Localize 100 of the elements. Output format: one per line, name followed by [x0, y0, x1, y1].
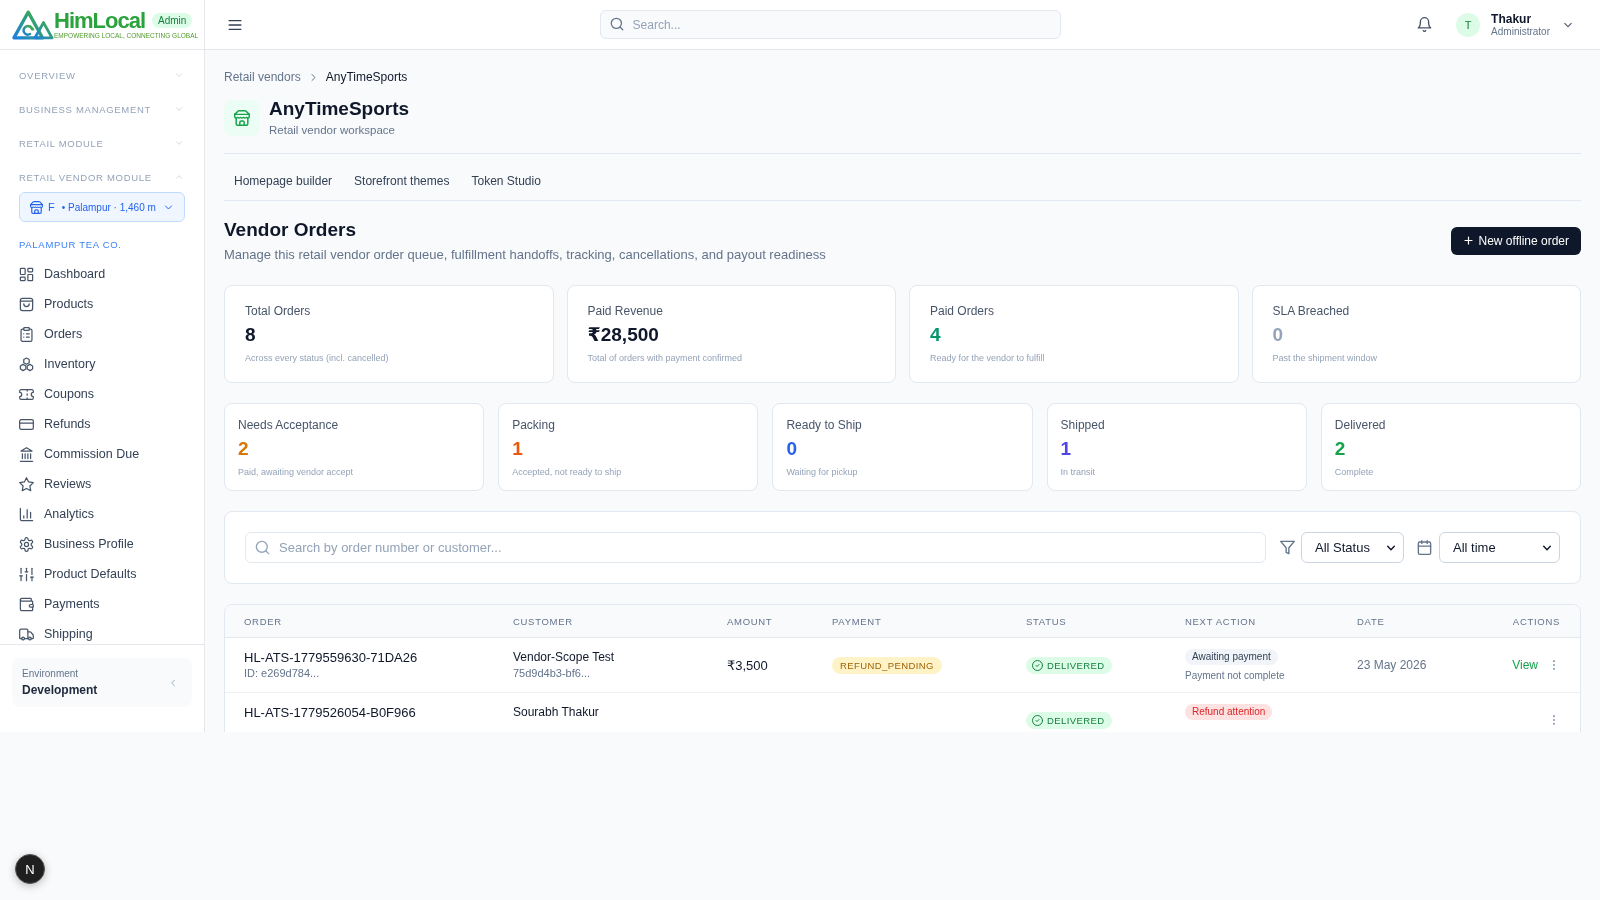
- group-label: PALAMPUR TEA CO.: [19, 239, 123, 251]
- sidebar-item[interactable]: Payments: [19, 589, 185, 619]
- tab[interactable]: Storefront themes: [344, 165, 460, 197]
- column-header: DATE: [1357, 615, 1386, 627]
- customer-id: 75d9d4b3-bf6...: [513, 666, 591, 681]
- period-select[interactable]: All time: [1439, 532, 1560, 563]
- tab[interactable]: Homepage builder: [224, 165, 343, 197]
- column-header: AMOUNT: [727, 615, 774, 627]
- store-icon: [224, 100, 260, 136]
- order-number: HL-ATS-1779526054-B0F966: [244, 704, 416, 721]
- stat-value: 1: [1060, 437, 1072, 461]
- sidebar-item[interactable]: Products: [19, 289, 185, 319]
- payment-badge: REFUND_PENDING: [832, 656, 942, 674]
- sidebar-item[interactable]: Coupons: [19, 379, 185, 409]
- dev-tools-button[interactable]: N: [15, 854, 45, 884]
- tab[interactable]: Token Studio: [461, 165, 551, 197]
- stat-label: Paid Revenue: [587, 304, 663, 319]
- star-icon: [19, 476, 34, 492]
- status-select[interactable]: All Status: [1301, 532, 1404, 563]
- stat-label: Total Orders: [245, 304, 311, 319]
- stat-caption: Across every status (incl. cancelled): [245, 352, 389, 364]
- stat-value: 1: [512, 437, 523, 461]
- stat-value: 4: [930, 323, 941, 347]
- column-header: PAYMENT: [832, 615, 883, 627]
- status-label: DELIVERED: [1047, 658, 1105, 672]
- breadcrumb-link[interactable]: Retail vendors: [224, 70, 301, 84]
- customer-name: Vendor-Scope Test: [513, 649, 615, 666]
- new-order-button[interactable]: New offline order: [1450, 226, 1581, 255]
- search-icon: [255, 540, 270, 555]
- stat-label: Shipped: [1060, 418, 1105, 433]
- sidebar-item[interactable]: Refunds: [19, 409, 185, 439]
- sidebar-item[interactable]: Reviews: [19, 469, 185, 499]
- next-action-note: Payment not complete: [1185, 669, 1285, 682]
- stat-caption: In transit: [1060, 466, 1096, 478]
- stat-value: ₹28,500: [587, 323, 659, 347]
- sidebar-item[interactable]: Business Profile: [19, 529, 185, 559]
- mountain-logo-icon: [12, 9, 54, 40]
- column-header: ORDER: [244, 615, 283, 627]
- stat-value: 0: [786, 437, 797, 461]
- status-label: DELIVERED: [1047, 713, 1105, 727]
- plus-icon: [1462, 235, 1474, 246]
- stat-value: 2: [238, 437, 249, 461]
- sidebar-item[interactable]: Shipping: [19, 619, 185, 644]
- stat-label: Ready to Ship: [786, 418, 862, 433]
- ticket-icon: [19, 386, 34, 402]
- next-action-badge: Awaiting payment: [1185, 649, 1278, 665]
- check-circle-icon: [1032, 659, 1043, 671]
- brand-name: HimLocal: [54, 9, 146, 32]
- wallet-icon: [19, 596, 34, 612]
- stat-label: SLA Breached: [1272, 304, 1350, 319]
- bell-icon[interactable]: [1417, 17, 1433, 32]
- column-header: CUSTOMER: [513, 615, 574, 627]
- grid-icon: [19, 266, 34, 282]
- customer-name: Sourabh Thakur: [513, 704, 599, 721]
- sliders-icon: [19, 566, 34, 582]
- check-circle-icon: [1032, 714, 1043, 726]
- vendor-picker[interactable]: F • Palampur · 1,460 m: [19, 192, 185, 222]
- order-id: ID: e269d784...: [244, 666, 320, 681]
- breadcrumb-current: AnyTimeSports: [325, 70, 408, 84]
- sidebar-item[interactable]: Product Defaults: [19, 559, 185, 589]
- column-header: ACTIONS: [1512, 615, 1560, 627]
- stat-caption: Ready for the vendor to fulfill: [930, 352, 1045, 364]
- page-description: Manage this retail vendor order queue, fulfillment handoffs, tracking, cancellations, and payout readiness: [224, 246, 826, 263]
- order-number: HL-ATS-1779559630-71DA26: [244, 649, 418, 666]
- truck-icon: [19, 626, 34, 642]
- sidebar-item[interactable]: Analytics: [19, 499, 185, 529]
- search-field[interactable]: Search...: [599, 10, 1061, 39]
- calendar-icon: [1417, 540, 1432, 555]
- sidebar-item[interactable]: Commission Due: [19, 439, 185, 469]
- bar-chart-icon: [19, 506, 34, 522]
- stat-label: Paid Orders: [930, 304, 995, 319]
- settings-icon: [19, 536, 34, 552]
- user-role: Administrator: [1491, 25, 1550, 38]
- stat-caption: Accepted, not ready to ship: [512, 466, 622, 478]
- shopping-bag-icon: [19, 296, 34, 312]
- cubes-icon: [19, 356, 34, 372]
- column-header: STATUS: [1026, 615, 1068, 627]
- order-search-field[interactable]: Search by order number or customer...: [245, 532, 1266, 563]
- vendor-subtitle: Retail vendor workspace: [269, 123, 396, 138]
- next-action-badge: Refund attention: [1185, 704, 1273, 720]
- bank-icon: [19, 446, 34, 462]
- stat-label: Delivered: [1334, 418, 1386, 433]
- search-icon: [609, 17, 624, 31]
- sidebar-item[interactable]: Inventory: [19, 349, 185, 379]
- user-name: Thakur: [1491, 11, 1533, 26]
- sidebar-item[interactable]: Dashboard: [19, 259, 185, 289]
- stat-caption: Paid, awaiting vendor accept: [238, 466, 354, 478]
- user-avatar: T: [1456, 12, 1481, 37]
- sidebar-item[interactable]: Orders: [19, 319, 185, 349]
- admin-badge: Admin: [152, 13, 193, 28]
- stat-value: 0: [1272, 323, 1284, 347]
- environment-value: Development: [22, 682, 98, 698]
- order-amount: ₹3,500: [727, 656, 768, 674]
- column-header: NEXT ACTION: [1185, 615, 1257, 627]
- stat-value: 8: [245, 323, 256, 347]
- environment-label: Environment: [22, 667, 80, 680]
- order-date: 23 May 2026: [1357, 658, 1427, 672]
- stat-caption: Past the shipment window: [1272, 352, 1378, 364]
- stat-caption: Waiting for pickup: [786, 466, 858, 478]
- stat-value: 2: [1334, 437, 1346, 461]
